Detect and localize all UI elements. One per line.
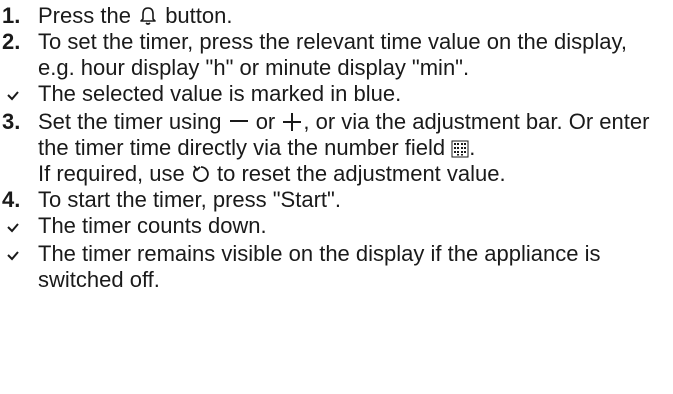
number-field-icon	[451, 140, 469, 158]
step-number: 3.	[2, 109, 21, 134]
bell-timer-icon	[140, 7, 156, 25]
result-text: The timer remains visible on the display…	[38, 241, 601, 292]
result-2: The timer counts down.	[0, 213, 673, 241]
step-2: 2. To set the timer, press the relevant …	[0, 29, 673, 81]
step-text: button.	[165, 3, 233, 28]
result-text: The timer counts down.	[38, 213, 267, 238]
step-number: 4.	[2, 187, 21, 212]
step-3: 3. Set the timer using or , or via the a…	[0, 109, 673, 187]
note-text: If required, use	[38, 161, 185, 186]
note-text: to reset the adjustment value.	[217, 161, 506, 186]
result-text: The selected value is marked in blue.	[38, 81, 402, 106]
reset-icon	[192, 165, 209, 182]
checkmark-icon	[7, 223, 19, 233]
step-number: 1.	[2, 3, 21, 28]
step-number: 2.	[2, 29, 21, 54]
checkmark-icon	[7, 91, 19, 101]
step-text: or	[255, 109, 276, 134]
step-text: Set the timer using	[38, 109, 222, 134]
instruction-list: 1. Press the button. 2. To set the timer…	[0, 0, 673, 293]
step-4: 4. To start the timer, press "Start".	[0, 187, 673, 213]
minus-icon	[229, 120, 248, 122]
result-1: The selected value is marked in blue.	[0, 81, 673, 109]
step-text: To start the timer, press "Start".	[38, 187, 341, 212]
step-text: To set the timer, press the relevant tim…	[38, 29, 628, 80]
checkmark-icon	[7, 251, 19, 261]
step-text: .	[469, 135, 476, 160]
result-3: The timer remains visible on the display…	[0, 241, 673, 293]
step-note: If required, use to reset the adjustment…	[38, 161, 667, 187]
step-text: Press the	[38, 3, 131, 28]
plus-icon	[283, 113, 302, 131]
step-1: 1. Press the button.	[0, 3, 673, 29]
